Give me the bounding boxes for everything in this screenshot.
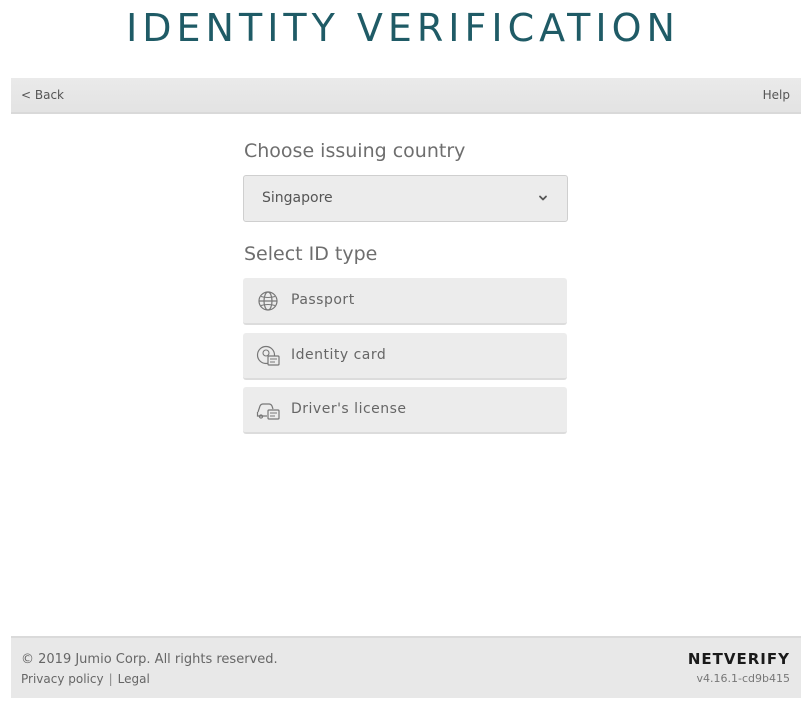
id-type-heading: Select ID type [244,243,378,265]
id-option-label: Identity card [291,347,387,363]
copyright-text: © 2019 Jumio Corp. All rights reserved. [21,652,278,667]
globe-icon [258,291,278,311]
help-link[interactable]: Help [763,88,790,102]
id-card-icon [256,345,280,366]
nav-bar: < Back Help [11,78,801,114]
id-option-label: Passport [291,292,355,308]
footer: © 2019 Jumio Corp. All rights reserved. … [11,636,801,698]
country-selected-value: Singapore [262,190,333,206]
id-option-drivers-license[interactable]: Driver's license [243,387,567,434]
back-link[interactable]: < Back [21,88,64,102]
id-option-label: Driver's license [291,401,407,417]
country-heading: Choose issuing country [244,140,466,162]
page-title: IDENTITY VERIFICATION [126,6,680,50]
car-license-icon [256,403,280,420]
netverify-logo: NETVERIFY [687,650,790,668]
country-select[interactable]: Singapore [243,175,568,222]
privacy-policy-link[interactable]: Privacy policy [21,672,104,686]
version-text: v4.16.1-cd9b415 [696,672,790,685]
legal-link[interactable]: Legal [118,672,150,686]
id-option-passport[interactable]: Passport [243,278,567,325]
footer-links: Privacy policy | Legal [21,672,150,686]
chevron-down-icon [539,195,547,201]
id-option-identity-card[interactable]: Identity card [243,333,567,380]
footer-separator: | [108,672,113,686]
